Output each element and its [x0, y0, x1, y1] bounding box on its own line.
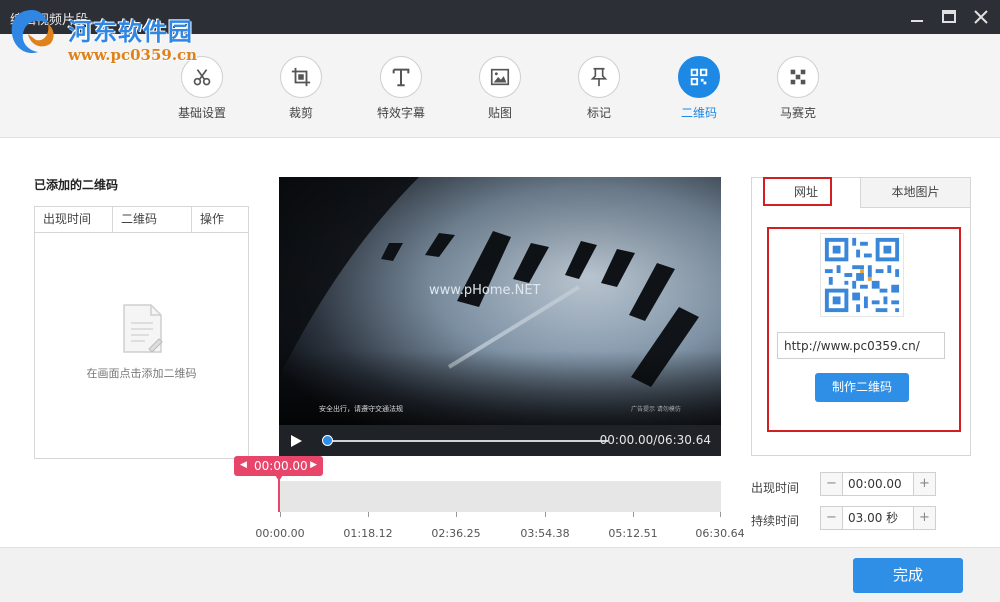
qrcode-icon — [678, 56, 720, 98]
close-button[interactable] — [970, 6, 992, 28]
video-subtitle-left: 安全出行，请遵守交通法规 — [319, 405, 403, 413]
maximize-button[interactable] — [938, 6, 960, 28]
timeline-tick-label: 03:54.38 — [520, 527, 570, 540]
tool-label: 基础设置 — [177, 106, 226, 120]
added-qrcodes-title: 已添加的二维码 — [34, 178, 119, 192]
tool-label: 标记 — [586, 106, 611, 120]
timeline-tick-label: 02:36.25 — [431, 527, 481, 540]
highlight-content-box — [767, 227, 961, 432]
site-watermark-name: 河东软件园 — [68, 17, 193, 46]
timeline-tick — [368, 512, 369, 517]
play-icon[interactable] — [289, 434, 303, 448]
appear-time-label: 出现时间 — [751, 481, 800, 495]
tab-local-image[interactable]: 本地图片 — [861, 178, 970, 208]
text-icon — [380, 56, 422, 98]
done-button[interactable]: 完成 — [853, 558, 963, 593]
maximize-icon — [942, 10, 956, 23]
video-watermark: www.pHome.NET — [429, 283, 541, 298]
increment-button[interactable]: + — [913, 507, 935, 529]
tool-subtitle-effects[interactable]: 特效字幕 — [361, 56, 441, 121]
video-subtitle-right: 广告提示 请勿模仿 — [631, 406, 681, 413]
tool-label: 贴图 — [487, 106, 512, 120]
column-header: 出现时间 — [35, 207, 113, 232]
seek-handle[interactable] — [322, 435, 333, 446]
mosaic-icon — [777, 56, 819, 98]
marker-time: 00:00.00 — [254, 459, 308, 473]
tool-label: 特效字幕 — [376, 106, 425, 120]
highlight-tab-box — [763, 177, 832, 206]
duration-stepper[interactable]: − 03.00 秒 + — [820, 506, 936, 530]
video-frame-image — [279, 177, 721, 425]
minimize-icon — [911, 20, 923, 22]
image-icon — [479, 56, 521, 98]
timeline-tick-label: 06:30.64 — [695, 527, 745, 540]
timeline-marker[interactable]: ◀ 00:00.00 ▶ — [234, 456, 323, 476]
pin-icon — [578, 56, 620, 98]
marker-right-arrow-icon[interactable]: ▶ — [310, 460, 317, 470]
empty-document-icon — [123, 304, 163, 353]
site-watermark-url: www.pc0359.cn — [68, 46, 198, 64]
timeline-tick-label: 05:12.51 — [608, 527, 658, 540]
tool-qrcode[interactable]: 二维码 — [659, 56, 739, 121]
timeline-tick — [456, 512, 457, 517]
crop-icon — [280, 56, 322, 98]
tool-label: 马赛克 — [779, 106, 816, 120]
appear-time-stepper[interactable]: − 00:00.00 + — [820, 472, 936, 496]
tool-label: 二维码 — [680, 106, 717, 120]
site-logo-icon — [11, 10, 54, 54]
tool-sticker[interactable]: 贴图 — [460, 56, 540, 121]
tool-mark[interactable]: 标记 — [559, 56, 639, 121]
column-header: 操作 — [200, 212, 225, 226]
appear-time-value[interactable]: 00:00.00 — [843, 473, 913, 495]
footer-bar — [0, 547, 1000, 602]
timeline-track[interactable] — [280, 481, 721, 512]
duration-value[interactable]: 03.00 秒 — [843, 507, 913, 529]
timeline-tick-label: 01:18.12 — [343, 527, 393, 540]
tool-basic-settings[interactable]: 基础设置 — [162, 56, 242, 121]
empty-hint: 在画面点击添加二维码 — [86, 367, 197, 380]
timeline-tick — [720, 512, 721, 517]
timeline-tick — [280, 512, 281, 517]
decrement-button[interactable]: − — [821, 473, 843, 495]
timeline-tick — [633, 512, 634, 517]
table-header: 出现时间 二维码 操作 — [35, 207, 248, 233]
minimize-button[interactable] — [906, 6, 928, 28]
decrement-button[interactable]: − — [821, 507, 843, 529]
added-qrcodes-table: 出现时间 二维码 操作 在画面点击添加二维码 — [34, 206, 249, 459]
timeline-tick — [545, 512, 546, 517]
tool-crop[interactable]: 裁剪 — [261, 56, 341, 121]
seek-bar[interactable] — [325, 440, 608, 442]
timeline-playhead[interactable] — [278, 476, 280, 512]
increment-button[interactable]: + — [913, 473, 935, 495]
tool-label: 裁剪 — [288, 106, 313, 120]
column-header: 二维码 — [113, 207, 192, 232]
tool-mosaic[interactable]: 马赛克 — [758, 56, 838, 121]
marker-left-arrow-icon[interactable]: ◀ — [240, 460, 247, 470]
close-icon — [974, 10, 988, 24]
duration-label: 持续时间 — [751, 514, 800, 528]
timeline-tick-label: 00:00.00 — [255, 527, 305, 540]
video-preview[interactable]: www.pHome.NET 安全出行，请遵守交通法规 广告提示 请勿模仿 — [279, 177, 721, 425]
playback-time: 00:00.00/06:30.64 — [599, 433, 711, 447]
player-controls: 00:00.00/06:30.64 — [279, 425, 721, 456]
